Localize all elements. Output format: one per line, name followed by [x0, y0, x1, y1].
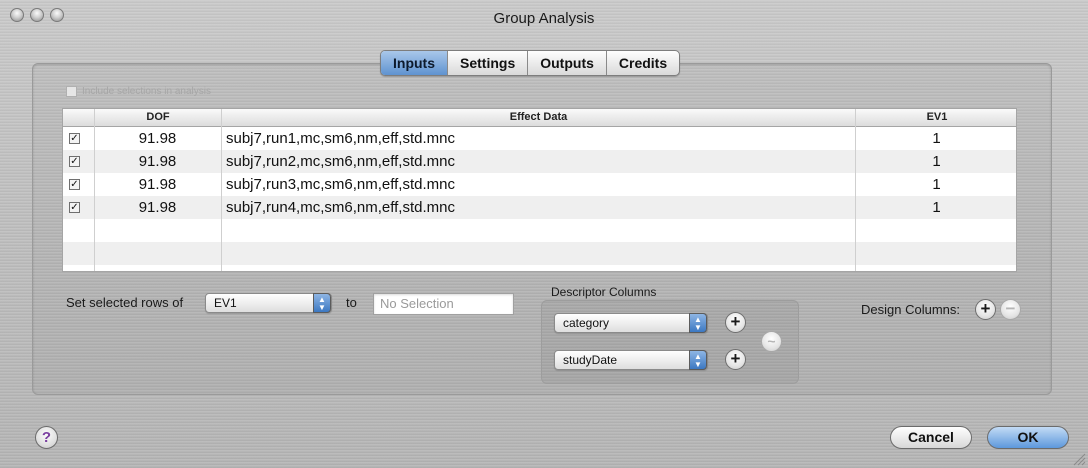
tab-inputs[interactable]: Inputs — [381, 51, 447, 75]
effect-data-cell: subj7,run4,mc,sm6,nm,eff,std.mnc — [226, 199, 455, 216]
row-checkbox[interactable]: ✓ — [69, 202, 80, 213]
set-value-field[interactable]: No Selection — [373, 293, 514, 315]
descriptor-popup-category[interactable]: category ▲ ▼ — [554, 313, 708, 333]
set-selected-rows-label: Set selected rows of — [66, 295, 184, 310]
row-checkbox[interactable]: ✓ — [69, 156, 80, 167]
ev1-cell: 1 — [932, 199, 941, 216]
tab-bar: Inputs Settings Outputs Credits — [380, 50, 681, 76]
column-divider — [855, 109, 856, 271]
effect-data-table[interactable]: DOF Effect Data EV1 ✓ 91.98 subj7,run1,m… — [62, 108, 1017, 272]
ev1-cell: 1 — [932, 176, 941, 193]
table-row[interactable]: ✓ 91.98 subj7,run2,mc,sm6,nm,eff,std.mnc… — [63, 150, 1016, 173]
popup-arrows-icon: ▲ ▼ — [689, 350, 707, 370]
descriptor-popup-studydate[interactable]: studyDate ▲ ▼ — [554, 350, 708, 370]
add-descriptor-button[interactable]: + — [725, 349, 746, 370]
window-title: Group Analysis — [493, 10, 595, 27]
table-row[interactable]: ✓ 91.98 subj7,run3,mc,sm6,nm,eff,std.mnc… — [63, 173, 1016, 196]
table-row-empty — [63, 242, 1016, 265]
header-ev1[interactable]: EV1 — [855, 109, 1016, 126]
set-column-popup[interactable]: EV1 ▲ ▼ — [205, 293, 332, 313]
remove-descriptor-button[interactable]: ~ — [761, 331, 782, 352]
resize-grip-icon[interactable] — [1071, 451, 1086, 466]
table-row-empty — [63, 219, 1016, 242]
add-descriptor-button[interactable]: + — [725, 312, 746, 333]
effect-data-cell: subj7,run3,mc,sm6,nm,eff,std.mnc — [226, 176, 455, 193]
help-button[interactable]: ? — [35, 426, 58, 449]
set-column-value: EV1 — [214, 296, 237, 310]
dof-cell: 91.98 — [138, 199, 177, 216]
dof-cell: 91.98 — [138, 176, 177, 193]
cancel-button[interactable]: Cancel — [890, 426, 972, 449]
descriptor-value: studyDate — [563, 353, 618, 367]
column-divider — [94, 109, 95, 271]
popup-arrows-icon: ▲ ▼ — [313, 293, 331, 313]
table-row[interactable]: ✓ 91.98 subj7,run1,mc,sm6,nm,eff,std.mnc… — [63, 127, 1016, 150]
header-check-column[interactable] — [63, 109, 94, 126]
dof-cell: 91.98 — [138, 130, 177, 147]
include-selections-label: Include selections in analysis — [82, 86, 211, 97]
descriptor-columns-label: Descriptor Columns — [551, 285, 657, 299]
design-columns-label: Design Columns: — [861, 302, 960, 317]
header-dof[interactable]: DOF — [94, 109, 221, 126]
tab-outputs[interactable]: Outputs — [527, 51, 606, 75]
tab-settings[interactable]: Settings — [447, 51, 527, 75]
effect-data-cell: subj7,run2,mc,sm6,nm,eff,std.mnc — [226, 153, 455, 170]
row-checkbox[interactable]: ✓ — [69, 179, 80, 190]
descriptor-value: category — [563, 316, 610, 330]
effect-data-cell: subj7,run1,mc,sm6,nm,eff,std.mnc — [226, 130, 455, 147]
title-bar: Group Analysis — [0, 0, 1088, 40]
ev1-cell: 1 — [932, 153, 941, 170]
to-label: to — [346, 295, 357, 310]
column-divider — [221, 109, 222, 271]
table-row[interactable]: ✓ 91.98 subj7,run4,mc,sm6,nm,eff,std.mnc… — [63, 196, 1016, 219]
row-checkbox[interactable]: ✓ — [69, 133, 80, 144]
add-design-column-button[interactable]: + — [975, 299, 996, 320]
ok-button[interactable]: OK — [987, 426, 1069, 449]
table-header: DOF Effect Data EV1 — [63, 109, 1016, 127]
dof-cell: 91.98 — [138, 153, 177, 170]
tab-credits[interactable]: Credits — [605, 51, 679, 75]
include-selections-option: Include selections in analysis — [66, 86, 211, 97]
popup-arrows-icon: ▲ ▼ — [689, 313, 707, 333]
header-effect-data[interactable]: Effect Data — [221, 109, 855, 126]
remove-design-column-button[interactable]: − — [1000, 299, 1021, 320]
ev1-cell: 1 — [932, 130, 941, 147]
include-selections-checkbox — [66, 86, 77, 97]
